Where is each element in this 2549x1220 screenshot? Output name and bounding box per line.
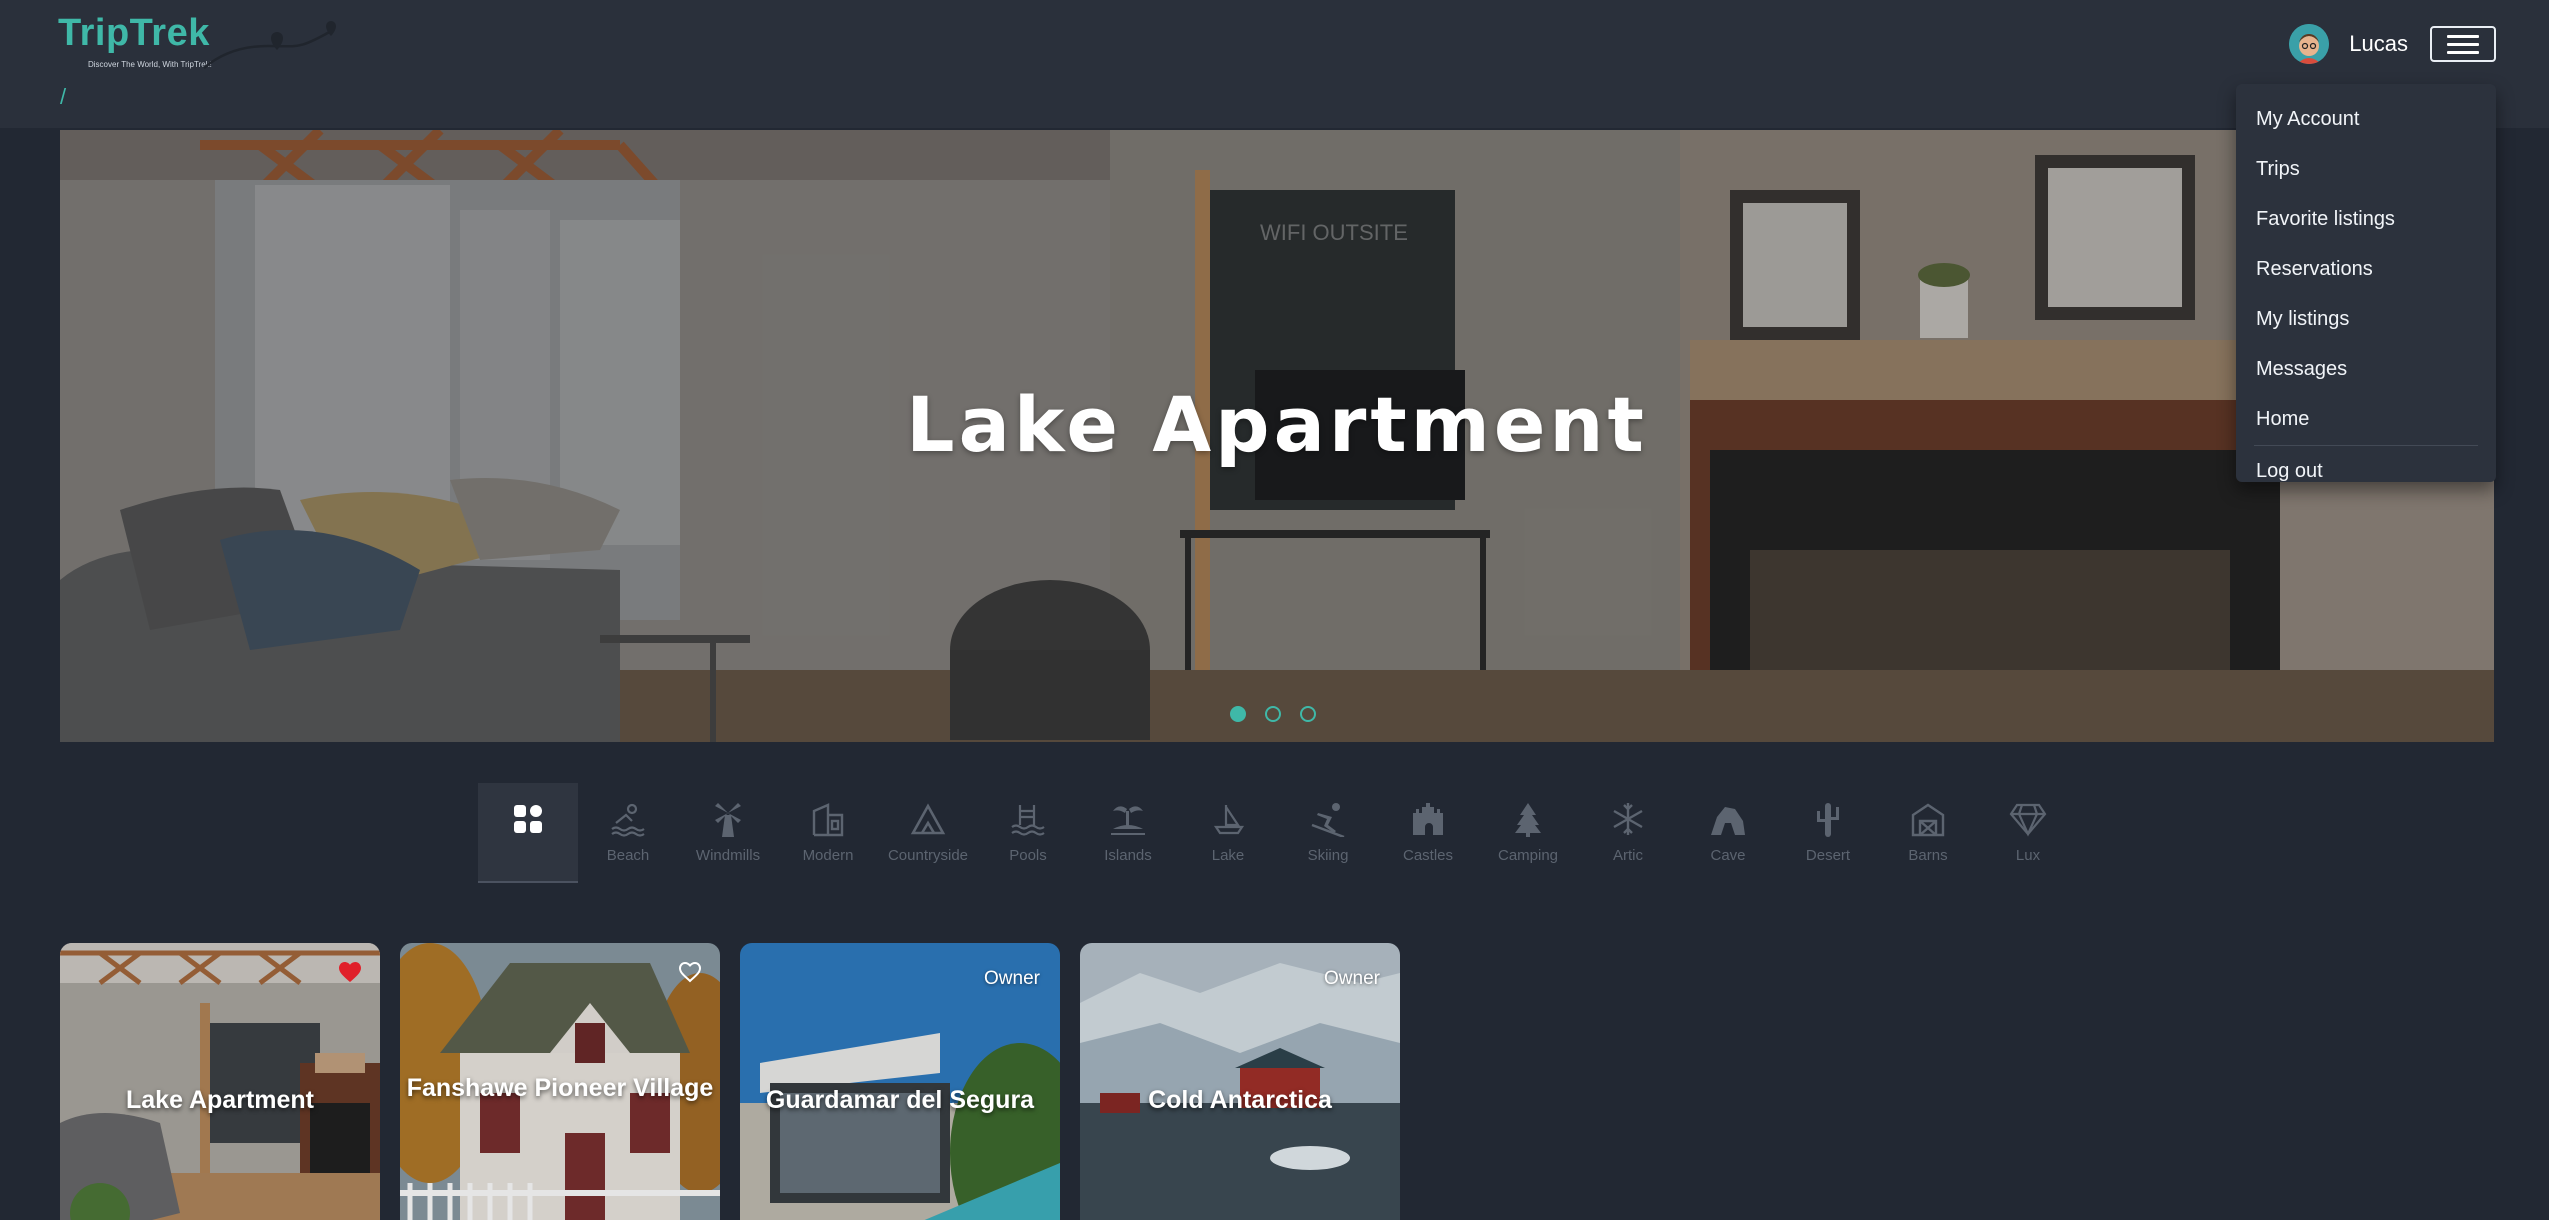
menu-item-log-out[interactable]: Log out xyxy=(2236,446,2496,496)
castle-icon xyxy=(1413,803,1443,835)
diamond-icon xyxy=(2009,803,2047,837)
category-cave[interactable]: Cave xyxy=(1678,783,1778,883)
category-castles[interactable]: Castles xyxy=(1378,783,1478,883)
breadcrumb: / xyxy=(60,84,67,109)
user-dropdown-menu: My Account Trips Favorite listings Reser… xyxy=(2236,84,2496,482)
listing-title: Guardamar del Segura xyxy=(765,1086,1035,1114)
category-windmills[interactable]: Windmills xyxy=(678,783,778,883)
category-label: Artic xyxy=(1613,847,1643,864)
category-label: Barns xyxy=(1908,847,1948,864)
menu-item-my-account[interactable]: My Account xyxy=(2236,94,2496,144)
category-skiing[interactable]: Skiing xyxy=(1278,783,1378,883)
listing-title: Lake Apartment xyxy=(125,1086,314,1114)
category-all[interactable] xyxy=(478,783,578,883)
category-label: Lux xyxy=(2015,847,2041,864)
user-avatar[interactable] xyxy=(2289,24,2330,64)
username[interactable]: Lucas xyxy=(2349,31,2408,57)
category-artic[interactable]: Artic xyxy=(1578,783,1678,883)
hero-carousel[interactable]: WIFI OUTSITE xyxy=(60,130,2494,742)
category-label: Skiing xyxy=(1307,847,1349,864)
windmill-icon xyxy=(715,803,741,837)
hamburger-menu-button[interactable] xyxy=(2430,26,2496,62)
category-beach[interactable]: Beach xyxy=(578,783,678,883)
category-label: Desert xyxy=(1805,847,1851,864)
carousel-dot-1[interactable] xyxy=(1230,706,1246,722)
category-label: Countryside xyxy=(887,847,969,864)
carousel-dot-3[interactable] xyxy=(1300,706,1316,722)
hamburger-line xyxy=(2447,50,2479,54)
snowflake-icon xyxy=(1613,803,1643,835)
carousel-dot-2[interactable] xyxy=(1265,706,1281,722)
hero-title: Lake Apartment xyxy=(906,380,1648,469)
cactus-icon xyxy=(1817,803,1839,837)
user-avatar-icon xyxy=(2289,24,2330,64)
listing-image xyxy=(60,943,380,1220)
category-barns[interactable]: Barns xyxy=(1878,783,1978,883)
brand-logo[interactable]: TripTrek Discover The World, With TripTr… xyxy=(58,12,336,72)
category-label: Camping xyxy=(1497,847,1559,864)
cave-icon xyxy=(1711,807,1745,835)
category-lake[interactable]: Lake xyxy=(1178,783,1278,883)
listing-card[interactable]: Owner Guardamar del Segura xyxy=(740,943,1060,1220)
beach-icon xyxy=(611,803,645,837)
menu-item-messages[interactable]: Messages xyxy=(2236,344,2496,394)
carousel-indicators xyxy=(1230,706,1316,722)
category-label: Pools xyxy=(1009,847,1047,864)
category-camping[interactable]: Camping xyxy=(1478,783,1578,883)
category-label: Modern xyxy=(802,847,854,864)
category-filter-bar: Beach Windmills Modern Countryside Pools… xyxy=(478,783,2078,883)
top-navbar: TripTrek Discover The World, With TripTr… xyxy=(0,0,2549,128)
favorite-heart-outline-icon[interactable] xyxy=(678,961,702,983)
menu-item-my-listings[interactable]: My listings xyxy=(2236,294,2496,344)
island-icon xyxy=(1111,806,1145,835)
skiing-icon xyxy=(1311,803,1345,837)
listing-title: Fanshawe Pioneer Village xyxy=(406,1074,714,1102)
barn-icon xyxy=(1911,803,1945,837)
grid-icon xyxy=(514,805,542,833)
tree-icon xyxy=(1515,803,1541,837)
modern-building-icon xyxy=(812,803,844,837)
menu-item-favorite-listings[interactable]: Favorite listings xyxy=(2236,194,2496,244)
category-label: Castles xyxy=(1402,847,1454,864)
listing-card[interactable]: Owner Cold Antarctica xyxy=(1080,943,1400,1220)
mountain-icon xyxy=(910,803,946,835)
listing-title: Cold Antarctica xyxy=(1148,1086,1332,1114)
listing-card[interactable]: Lake Apartment xyxy=(60,943,380,1220)
owner-badge: Owner xyxy=(1324,968,1380,989)
category-modern[interactable]: Modern xyxy=(778,783,878,883)
category-countryside[interactable]: Countryside xyxy=(878,783,978,883)
menu-item-home[interactable]: Home xyxy=(2236,394,2496,444)
favorite-heart-icon[interactable] xyxy=(338,961,362,983)
brand-tagline: Discover The World, With TripTrek! xyxy=(88,60,212,69)
category-lux[interactable]: Lux xyxy=(1978,783,2078,883)
category-label: Beach xyxy=(606,847,650,864)
listing-grid: Lake Apartment Fanshawe Pioneer Village xyxy=(60,943,1400,1220)
category-islands[interactable]: Islands xyxy=(1078,783,1178,883)
owner-badge: Owner xyxy=(984,968,1040,989)
category-label: Windmills xyxy=(695,847,761,864)
user-menu: Lucas xyxy=(2289,22,2496,66)
hamburger-line xyxy=(2447,34,2479,38)
brand-name: TripTrek xyxy=(58,12,210,54)
pool-icon xyxy=(1011,805,1045,836)
category-label: Cave xyxy=(1710,847,1746,864)
category-label: Islands xyxy=(1104,847,1152,864)
sailboat-icon xyxy=(1213,805,1245,835)
menu-item-trips[interactable]: Trips xyxy=(2236,144,2496,194)
category-label: Lake xyxy=(1211,847,1245,864)
category-pools[interactable]: Pools xyxy=(978,783,1078,883)
category-desert[interactable]: Desert xyxy=(1778,783,1878,883)
hamburger-line xyxy=(2447,42,2479,46)
map-pin-route-icon xyxy=(203,21,336,69)
menu-item-reservations[interactable]: Reservations xyxy=(2236,244,2496,294)
listing-card[interactable]: Fanshawe Pioneer Village xyxy=(400,943,720,1220)
